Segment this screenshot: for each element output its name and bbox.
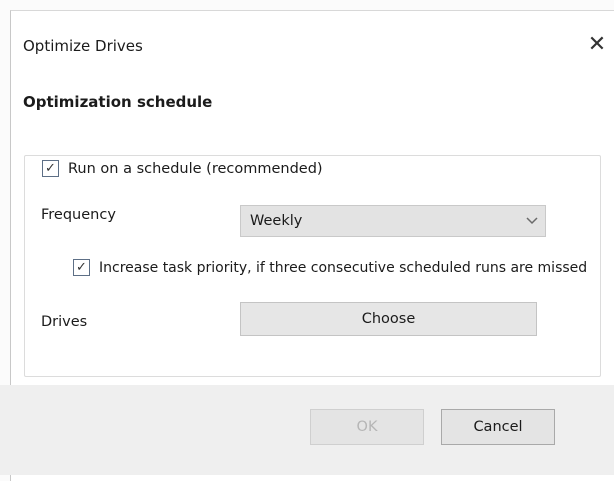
checkbox-checked-icon: ✓ — [73, 259, 90, 276]
drives-label: Drives — [41, 314, 88, 330]
close-icon[interactable]: ✕ — [581, 29, 613, 61]
ok-button[interactable]: OK — [310, 409, 424, 445]
increase-priority-checkbox[interactable]: ✓ Increase task priority, if three conse… — [69, 259, 594, 276]
cancel-button[interactable]: Cancel — [441, 409, 555, 445]
frequency-label: Frequency — [41, 207, 116, 223]
frequency-dropdown[interactable]: Weekly — [240, 205, 546, 237]
window-title: Optimize Drives — [23, 37, 143, 55]
checkbox-checked-icon: ✓ — [42, 160, 59, 177]
run-on-schedule-checkbox[interactable]: ✓ Run on a schedule (recommended) — [38, 160, 329, 177]
choose-drives-button[interactable]: Choose — [240, 302, 537, 336]
run-on-schedule-label: Run on a schedule (recommended) — [68, 160, 323, 177]
frequency-selected-value: Weekly — [250, 213, 303, 229]
chevron-down-icon — [519, 214, 545, 229]
increase-priority-label: Increase task priority, if three consecu… — [99, 259, 588, 276]
section-heading: Optimization schedule — [23, 93, 213, 111]
title-bar: Optimize Drives ✕ — [11, 11, 614, 73]
